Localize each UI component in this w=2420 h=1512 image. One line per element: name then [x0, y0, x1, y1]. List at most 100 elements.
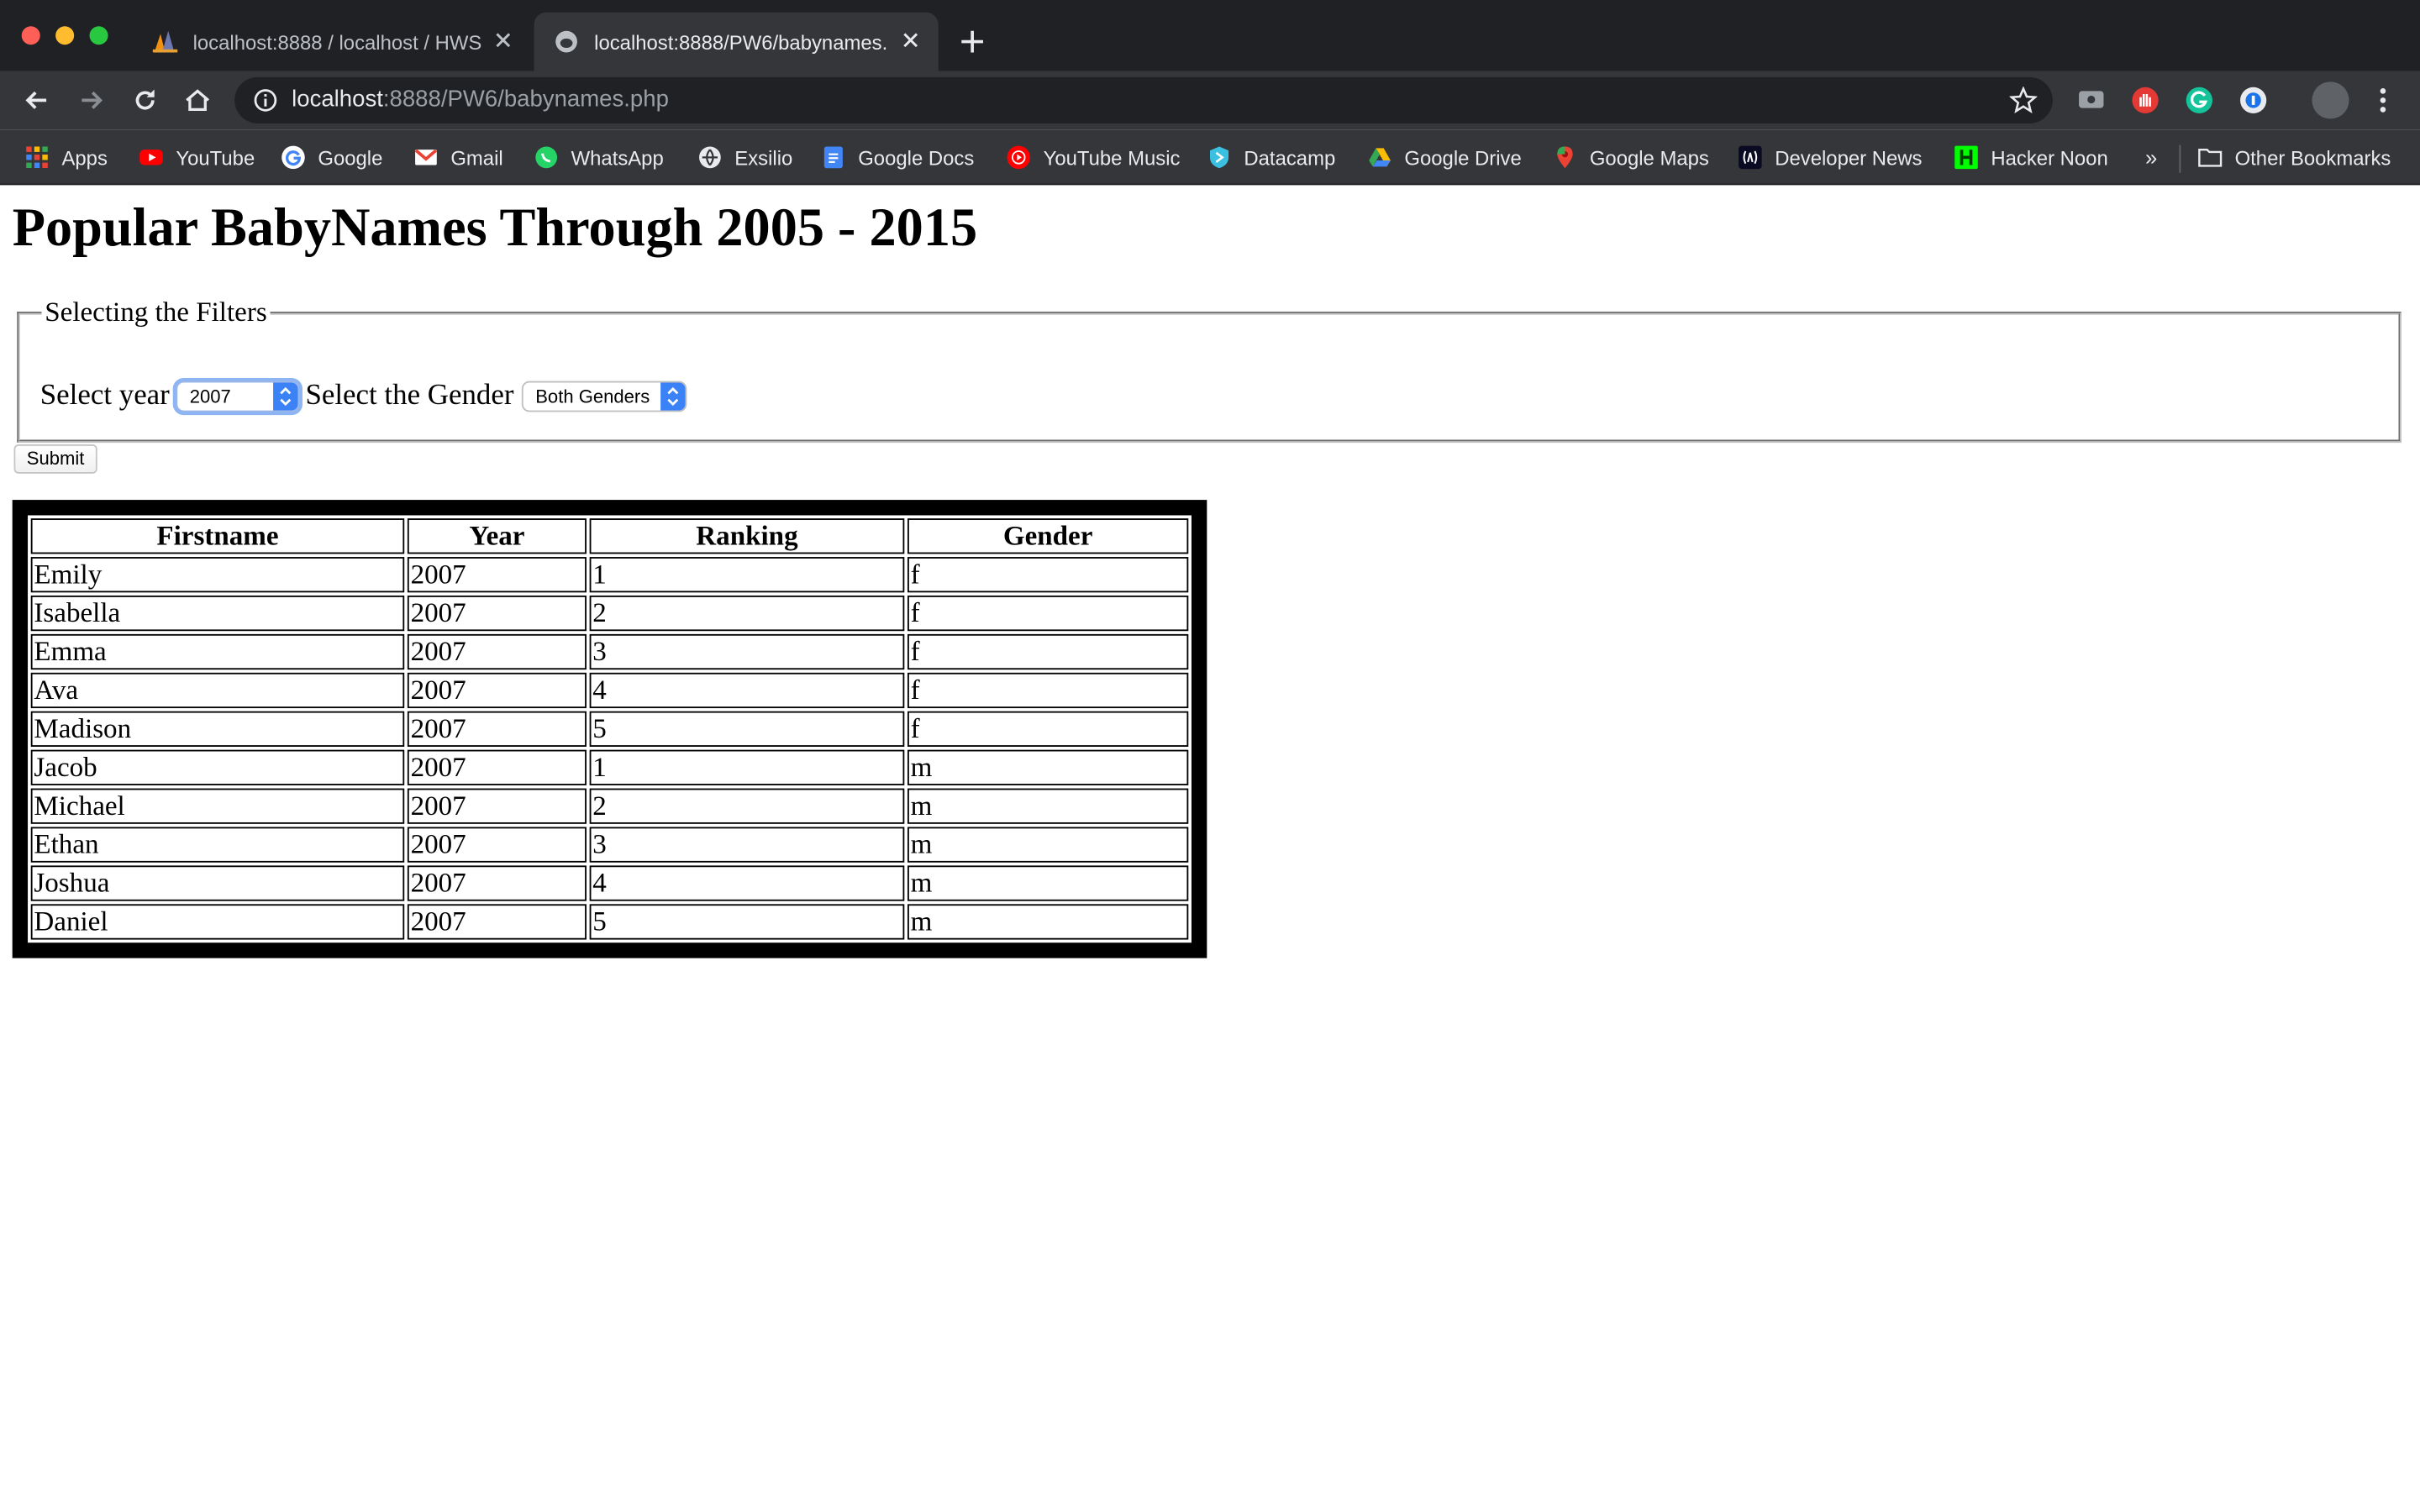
home-icon[interactable] — [182, 85, 213, 116]
bookmark-youtube-music[interactable]: YouTube Music — [1007, 139, 1181, 176]
year-cell: 2007 — [407, 749, 587, 785]
column-header-firstname: Firstname — [30, 518, 405, 554]
ranking-cell: 1 — [589, 557, 905, 593]
exsilio-icon — [699, 146, 721, 169]
browser-window: localhost:8888 / localhost / HWS localho… — [0, 0, 2420, 1512]
results-table-frame: Firstname Year Ranking Gender Emily 2007… — [12, 500, 1207, 958]
bookmark-hacker-noon[interactable]: Hacker Noon — [1954, 139, 2108, 176]
year-cell: 2007 — [407, 788, 587, 824]
column-header-ranking: Ranking — [589, 518, 905, 554]
hacker-noon-icon — [1954, 145, 1978, 170]
bookmark-label: Other Bookmarks — [2234, 145, 2391, 170]
bookmark-label: YouTube Music — [1043, 145, 1181, 170]
table-row: Daniel 2007 5 m — [30, 904, 1189, 940]
bookmark-label: Apps — [61, 145, 108, 170]
maximize-window-button[interactable] — [89, 26, 108, 45]
bookmark-datacamp[interactable]: Datacamp — [1207, 139, 1335, 176]
firstname-cell: Ethan — [30, 827, 405, 863]
year-cell: 2007 — [407, 904, 587, 940]
ranking-cell: 4 — [589, 672, 905, 709]
ranking-cell: 4 — [589, 865, 905, 901]
more-options-icon[interactable] — [2372, 85, 2394, 116]
gender-cell: f — [908, 595, 1189, 632]
bookmark-star-icon[interactable] — [2009, 86, 2038, 114]
bookmark-label: Exsilio — [734, 145, 793, 170]
new-tab-icon[interactable] — [957, 26, 988, 57]
ranking-cell: 2 — [589, 595, 905, 632]
select-arrows-icon — [660, 382, 686, 411]
extension-adblock-icon[interactable] — [2130, 85, 2161, 116]
bookmark-apps[interactable]: Apps — [24, 139, 108, 176]
bookmark-other-bookmarks[interactable]: Other Bookmarks — [2198, 139, 2391, 176]
youtube-icon — [139, 150, 163, 165]
submit-button[interactable]: Submit — [13, 444, 97, 474]
table-header-row: Firstname Year Ranking Gender — [30, 518, 1189, 554]
bookmark-developer-news[interactable]: Developer News — [1738, 139, 1922, 176]
url-host: localhost — [292, 86, 383, 113]
tab-babynames[interactable]: localhost:8888/PW6/babynames.php — [534, 12, 939, 71]
column-header-gender: Gender — [908, 518, 1189, 554]
gender-cell: f — [908, 557, 1189, 593]
firstname-cell: Michael — [30, 788, 405, 824]
extension-screen-icon[interactable] — [2075, 85, 2107, 116]
bookmark-label: Hacker Noon — [1991, 145, 2108, 170]
gmail-icon — [414, 149, 438, 165]
table-row: Joshua 2007 4 m — [30, 865, 1189, 901]
gender-select-value: Both Genders — [535, 386, 650, 407]
tab-strip: localhost:8888 / localhost / HWS localho… — [0, 0, 2420, 71]
gender-cell: m — [908, 749, 1189, 785]
year-cell: 2007 — [407, 711, 587, 747]
info-icon[interactable] — [253, 88, 277, 113]
google-drive-icon — [1369, 148, 1391, 167]
bookmark-label: Developer News — [1775, 145, 1923, 170]
year-label: Select year — [39, 379, 170, 412]
forward-arrow-icon[interactable] — [76, 85, 107, 116]
tab-title: localhost:8888 / localhost / HWS — [192, 29, 482, 54]
firstname-cell: Ava — [30, 672, 405, 709]
bookmark-google-docs[interactable]: Google Docs — [821, 139, 974, 176]
close-tab-icon[interactable] — [898, 28, 923, 52]
gender-cell: f — [908, 672, 1189, 709]
firstname-cell: Madison — [30, 711, 405, 747]
table-row: Michael 2007 2 m — [30, 788, 1189, 824]
folder-icon — [2198, 148, 2223, 167]
bookmark-label: Google Drive — [1404, 145, 1522, 170]
back-arrow-icon[interactable] — [22, 85, 53, 116]
bookmark-label: WhatsApp — [571, 145, 664, 170]
phpmyadmin-icon — [152, 30, 178, 53]
profile-avatar[interactable] — [2312, 81, 2349, 119]
gender-select[interactable]: Both Genders — [521, 381, 687, 412]
bookmark-whatsapp[interactable]: WhatsApp — [534, 139, 664, 176]
google-icon — [281, 145, 305, 170]
extension-grammarly-icon[interactable] — [2184, 85, 2215, 116]
year-cell: 2007 — [407, 827, 587, 863]
select-arrows-icon — [272, 382, 298, 411]
bookmark-google[interactable]: Google — [281, 139, 382, 176]
close-window-button[interactable] — [21, 26, 40, 45]
gender-cell: f — [908, 633, 1189, 670]
bookmark-label: Gmail — [450, 145, 503, 170]
extension-password-icon[interactable] — [2238, 85, 2269, 116]
url-path: :8888/PW6/babynames.php — [382, 86, 669, 113]
table-row: Ava 2007 4 f — [30, 672, 1189, 709]
page-content: Popular BabyNames Through 2005 - 2015 Se… — [0, 185, 2420, 1512]
bookmarks-overflow-chevron-icon[interactable]: » — [2145, 145, 2167, 170]
results-table: Firstname Year Ranking Gender Emily 2007… — [28, 515, 1192, 943]
bookmark-youtube[interactable]: YouTube — [139, 139, 255, 176]
bookmark-label: Google Docs — [858, 145, 975, 170]
minimize-window-button[interactable] — [55, 26, 75, 45]
bookmark-label: Google Maps — [1589, 145, 1709, 170]
bookmark-exsilio[interactable]: Exsilio — [697, 139, 792, 176]
bookmark-gmail[interactable]: Gmail — [413, 139, 503, 176]
address-bar[interactable]: localhost:8888/PW6/babynames.php — [234, 76, 2053, 123]
year-cell: 2007 — [407, 595, 587, 632]
bookmark-google-maps[interactable]: Google Maps — [1553, 139, 1709, 176]
reload-icon[interactable] — [129, 85, 160, 116]
apps-grid-icon — [26, 146, 48, 169]
year-cell: 2007 — [407, 633, 587, 670]
bookmark-google-drive[interactable]: Google Drive — [1367, 139, 1522, 176]
year-select[interactable]: 2007 — [176, 381, 300, 412]
gender-label: Select the Gender — [305, 379, 514, 412]
close-tab-icon[interactable] — [491, 28, 515, 52]
tab-phpmyadmin[interactable]: localhost:8888 / localhost / HWS — [139, 13, 531, 71]
